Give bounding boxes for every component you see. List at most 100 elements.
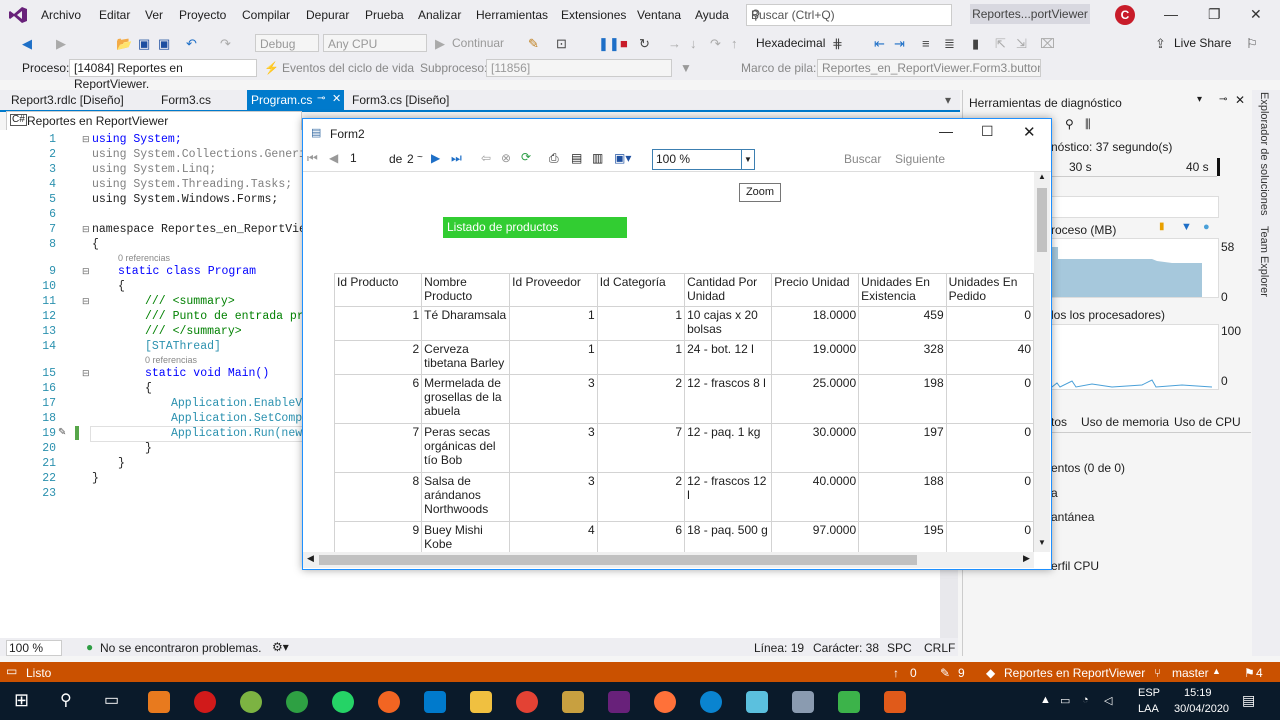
menu-ayuda[interactable]: Ayuda [695,8,729,22]
team-explorer-tab[interactable]: Team Explorer [1258,226,1270,297]
network-icon[interactable]: ◔ [1082,694,1089,706]
notification-icon[interactable]: ⚑ [1244,666,1255,680]
take-snapshot-link[interactable]: antánea [1051,510,1094,524]
line-ending-indicator[interactable]: CRLF [924,641,955,655]
restart-icon[interactable]: ↻ [639,36,650,52]
app-icon-6[interactable] [746,691,768,713]
output-icon[interactable]: ▭ [6,664,17,678]
close-icon[interactable]: ✕ [1250,6,1262,23]
find-next-button[interactable]: Siguiente [895,152,945,166]
forward-icon[interactable]: ▶ [56,36,66,52]
language-code[interactable]: ESP [1138,687,1160,699]
live-share-button[interactable]: Live Share [1174,36,1231,50]
pencil-icon[interactable]: ✎ [940,666,950,680]
repo-name[interactable]: Reportes en ReportViewer [1004,666,1145,680]
page-number-input[interactable]: 1 [346,149,388,167]
collapse-icon[interactable]: ⊟ [82,296,90,307]
vscode-icon[interactable] [424,691,446,713]
app-icon-7[interactable] [792,691,814,713]
refresh-icon[interactable]: ⟳ [521,150,531,164]
menu-prueba[interactable]: Prueba [365,8,404,22]
unpublished-count[interactable]: 0 [910,666,917,680]
find-button[interactable]: Buscar [844,152,881,166]
maximize-icon[interactable]: ❐ [1208,6,1221,23]
references-codelens[interactable]: 0 referencias [145,355,197,365]
scroll-left-icon[interactable]: ◀ [307,553,314,564]
solution-explorer-tab[interactable]: Explorador de soluciones [1258,92,1270,216]
problems-status[interactable]: No se encontraron problemas. [100,641,261,655]
char-indicator[interactable]: Carácter: 38 [813,641,879,655]
bookmark-clear-icon[interactable]: ⌧ [1040,36,1055,52]
collapse-icon[interactable]: ⊟ [82,368,90,379]
keyboard-layout[interactable]: LAA [1138,703,1159,715]
panel-menu-icon[interactable]: ▾ [1197,94,1202,105]
cpu-profile-link[interactable]: erfil CPU [1051,559,1099,573]
tab-cpu-usage[interactable]: Uso de CPU [1174,415,1241,429]
scroll-right-icon[interactable]: ▶ [1023,553,1030,564]
zoom-dropdown[interactable]: 100 % [6,640,63,656]
undo-icon[interactable]: ↶ [186,36,197,52]
tab-close-icon[interactable]: ✕ [332,92,341,105]
opera-icon[interactable] [194,691,216,713]
last-page-icon[interactable]: ⏭ [451,151,462,166]
app-icon-4[interactable] [378,691,400,713]
next-page-icon[interactable]: ▶ [431,151,440,165]
save-all-icon[interactable]: ▣ [158,36,170,52]
chart-icon[interactable]: ⫼ [1085,117,1091,132]
filter-icon[interactable]: ▼ [680,61,692,75]
volume-icon[interactable]: ◁ [1104,694,1112,707]
diag-row[interactable]: a [1051,486,1058,500]
panel-pin-icon[interactable]: ⊸ [1219,94,1227,105]
config-dropdown[interactable]: Debug [255,34,319,52]
print-icon[interactable]: ⎙ [549,151,559,166]
tab-program-active[interactable]: Program.cs ⊸ ✕ [247,90,344,110]
firefox-icon[interactable] [654,691,676,713]
menu-compilar[interactable]: Compilar [242,8,290,22]
tray-expand-icon[interactable]: ▲ [1040,694,1051,706]
branch-icon[interactable]: ⑂ [1154,666,1161,680]
line-indicator[interactable]: Línea: 19 [754,641,804,655]
file-explorer-icon[interactable] [470,691,492,713]
back-icon[interactable]: ◀ [22,36,32,52]
screenshot-icon[interactable]: ⊡ [556,36,567,52]
menu-ver[interactable]: Ver [145,8,163,22]
references-codelens[interactable]: 0 referencias [118,253,170,263]
form-minimize-icon[interactable]: — [939,123,953,139]
tab-report3-design[interactable]: Report3.rdlc [Diseño] [11,93,124,107]
first-page-icon[interactable]: ⏮ [307,151,318,166]
prev-page-icon[interactable]: ◀ [329,151,338,165]
debug-target-icon[interactable]: ✎ [528,36,539,52]
save-icon[interactable]: ▣ [138,36,150,52]
step-over-icon[interactable]: ↷ [710,36,721,52]
menu-herramientas[interactable]: Herramientas [476,8,548,22]
hexadecimal-button[interactable]: Hexadecimal [756,36,825,50]
feedback-icon[interactable]: ⚐ [1246,36,1258,52]
redo-icon[interactable]: ↷ [220,36,231,52]
zoom-select[interactable]: 100 % ▼ [652,149,755,170]
zoom-in-icon[interactable]: ⚲ [1065,117,1074,131]
scroll-up-icon[interactable]: ▲ [1038,172,1046,181]
action-center-icon[interactable]: ▤ [1242,692,1255,709]
quick-action-icon[interactable]: ✎ [58,427,66,438]
platform-dropdown[interactable]: Any CPU [323,34,427,52]
stack-frame-dropdown[interactable]: Reportes_en_ReportViewer.Form3.button1 [817,59,1041,77]
avatar[interactable]: C [1115,5,1135,25]
branch-menu-icon[interactable]: ▲ [1212,666,1221,676]
code-cleanup-icon[interactable]: ⚙▾ [272,640,289,654]
solution-name-button[interactable]: Reportes...portViewer [970,4,1090,24]
uncomment-icon[interactable]: ≣ [944,36,955,52]
task-view-icon[interactable]: ▭ [104,690,119,710]
tab-form3-design[interactable]: Form3.cs [Diseño] [352,93,449,107]
bookmark-next-icon[interactable]: ⇲ [1016,36,1027,52]
back-icon[interactable]: ⇦ [481,151,491,165]
form2-window[interactable]: ▤ Form2 — ☐ ✕ ⏮ ◀ 1 de 2 ~ ▶ ⏭ ⇦ ⊗ ⟳ ⎙ ▤… [302,118,1052,570]
scroll-thumb[interactable] [319,555,917,565]
menu-analizar[interactable]: Analizar [418,8,461,22]
app-icon-2[interactable] [240,691,262,713]
notification-count[interactable]: 4 [1256,666,1263,680]
chrome-icon[interactable] [516,691,538,713]
pin-icon[interactable]: ⊸ [317,93,325,104]
form2-taskbar-icon[interactable] [884,691,906,713]
timeline-cursor[interactable] [1217,158,1220,176]
search-icon[interactable]: ⚲ [60,690,72,710]
